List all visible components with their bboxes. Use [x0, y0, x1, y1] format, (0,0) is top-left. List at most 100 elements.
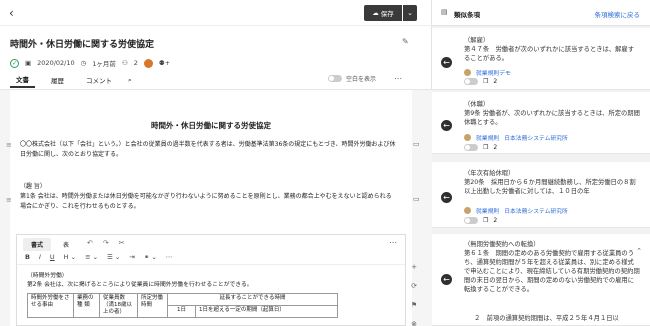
- format-toolbar: B I U H ⌄ ≡ ⌄ ☰ ⌄ ⇥ ⚭ ⌄ ⋯: [25, 253, 172, 261]
- insert-clause-button[interactable]: ←: [441, 57, 452, 68]
- edit-icon[interactable]: ✎: [402, 37, 409, 46]
- plus-icon[interactable]: +: [411, 263, 417, 271]
- comment-icon[interactable]: ▭: [413, 195, 420, 203]
- underline-icon[interactable]: U: [50, 253, 55, 261]
- close-icon[interactable]: ⊗: [411, 320, 417, 326]
- toggle-switch[interactable]: [328, 75, 342, 82]
- more-icon[interactable]: ⋯: [166, 253, 173, 261]
- save-label: 保存: [380, 10, 394, 18]
- tab-document[interactable]: 文書: [10, 72, 35, 88]
- insert-clause-button[interactable]: ←: [441, 192, 452, 203]
- collaborator-count: 2: [133, 59, 138, 67]
- document-tabs: 文書 履歴 コメント ⌕: [10, 72, 132, 88]
- panel-header: ▤ 類似条項 条項検索に戻る: [432, 0, 650, 26]
- clock-icon: ◷: [80, 59, 87, 67]
- copy-icon[interactable]: ❐: [483, 78, 488, 85]
- blank-toggle-label: 空白を表示: [346, 76, 377, 83]
- drag-handle-icon[interactable]: ≡: [6, 196, 12, 204]
- paragraph-1[interactable]: 〇〇株式会社（以下「会社」という。）と会社の従業員の過半数を代表する者は、労働基…: [20, 140, 396, 160]
- tab-history[interactable]: 履歴: [45, 73, 70, 87]
- add-user-icon[interactable]: ⚉+: [159, 59, 170, 67]
- clause-footer: ❐ 2: [464, 78, 497, 85]
- check-status-icon[interactable]: ✓: [10, 58, 19, 68]
- more-icon[interactable]: ⋯: [394, 74, 402, 83]
- sync-icon[interactable]: ⟳: [411, 282, 417, 290]
- source-link[interactable]: 日本法務システム研究所: [504, 206, 568, 215]
- table-cell[interactable]: 1日: [167, 305, 196, 318]
- bold-icon[interactable]: B: [25, 253, 30, 261]
- paragraph-line: 〇〇株式会社（以下「会社」という。）と会社の従業員の過半数を代表する者は、労働基…: [20, 141, 396, 148]
- table-cell[interactable]: 業務の種 類: [73, 293, 100, 318]
- indent-icon[interactable]: ⇥: [129, 253, 134, 261]
- toggle-switch[interactable]: [464, 217, 478, 224]
- comment-icon[interactable]: ▭: [413, 140, 420, 148]
- undo-icon[interactable]: ↶: [87, 239, 93, 247]
- clause-text: 第６１条 期間の定めのある労働契約で雇用する従業員のうち、通算契約期間が５年を超…: [464, 250, 640, 293]
- tab-format[interactable]: 書式: [23, 238, 52, 251]
- back-arrow-icon[interactable]: ‹: [9, 6, 14, 20]
- source-link[interactable]: 日本法務システム研究所: [504, 133, 568, 142]
- usage-count: 2: [493, 217, 498, 224]
- redo-icon[interactable]: ↷: [103, 239, 109, 247]
- usage-count: 2: [493, 78, 498, 85]
- cloud-icon: ☁: [372, 9, 379, 17]
- copy-icon[interactable]: ❐: [483, 217, 488, 224]
- source-link[interactable]: 就業規則: [476, 206, 499, 215]
- blank-toggle[interactable]: 空白を表示 ⋯: [328, 74, 402, 83]
- toggle-switch[interactable]: [464, 78, 478, 85]
- back-to-search-link[interactable]: 条項検索に戻る: [595, 9, 641, 19]
- clause-card[interactable]: （解雇） ← 第４７条 労働者が次のいずれかに該当するときは、解雇することがある…: [432, 28, 650, 90]
- clause-footer: ❐ 2: [464, 217, 497, 224]
- meta-row: ✓ ▣ 2020/02/10 ◷ 1ヶ月前 ⚇ 2 ⚉+: [10, 58, 170, 68]
- insert-clause-button[interactable]: ←: [441, 120, 452, 131]
- editor-tabs: 書式 表: [23, 238, 77, 251]
- panel-title: 類似条項: [454, 11, 480, 19]
- flag-icon[interactable]: ⚑: [411, 301, 417, 309]
- clause-card[interactable]: （休職） ← 第9条 労働者が、次のいずれかに該当するときは、所定の期間休職とす…: [432, 92, 650, 154]
- avatar: [464, 134, 471, 141]
- link-icon[interactable]: ⚭ ⌄: [144, 253, 157, 261]
- clause-text: 第20条 採用日から６か月間継続勤務し、所定労働日の８割以上出勤した労働者に対し…: [464, 179, 636, 195]
- drag-handle-icon[interactable]: ≡: [6, 141, 12, 149]
- relative-time: 1ヶ月前: [92, 60, 116, 68]
- save-button[interactable]: ☁ 保存: [364, 5, 402, 21]
- source-link[interactable]: 就業規則デモ: [476, 68, 511, 77]
- more-icon[interactable]: ⋯: [389, 238, 397, 247]
- copy-icon[interactable]: ❐: [483, 144, 488, 151]
- italic-icon[interactable]: I: [39, 253, 41, 261]
- clause-footer: ❐ 2: [464, 144, 497, 151]
- table-cell[interactable]: 1日を超える一定の期間（起算日）: [195, 305, 338, 318]
- table-cell[interactable]: 所定労働時間: [137, 293, 168, 318]
- clause-source: 就業規則 日本法務システム研究所: [464, 133, 568, 142]
- clause-text: 第４７条 労働者が次のいずれかに該当するときは、解雇することがある。: [464, 46, 635, 62]
- document-title: 時間外・休日労働に関する労使協定: [10, 40, 155, 50]
- toggle-switch[interactable]: [464, 144, 478, 151]
- save-dropdown-button[interactable]: ⌄: [403, 5, 417, 21]
- insert-clause-button[interactable]: ←: [441, 274, 452, 285]
- table-cell[interactable]: 従業員数（満18歳以上の者）: [99, 293, 138, 318]
- clause-heading: （休職）: [464, 101, 490, 108]
- editor-toolbar: ↶ ↷ ✂: [87, 239, 125, 247]
- clause-card[interactable]: （無期労働契約への転換） ⌃ ← 第６１条 期間の定めのある労働契約で雇用する従…: [432, 234, 650, 326]
- list-icon[interactable]: ☰ ⌄: [107, 253, 120, 261]
- source-link[interactable]: 就業規則: [476, 133, 499, 142]
- table-cell[interactable]: 延長することができる時間: [167, 293, 338, 306]
- editor-line[interactable]: 第2条 会社は、次に掲げるところにより従業員に時間外労働を行わせることができる。: [27, 281, 253, 289]
- tab-table[interactable]: 表: [55, 238, 77, 251]
- clause-editor: 書式 表 ↶ ↷ ✂ ⋯ B I U H ⌄ ≡ ⌄ ☰ ⌄ ⇥ ⚭ ⌄ ⋯ （…: [16, 234, 406, 326]
- heading-icon[interactable]: H ⌄: [64, 253, 76, 261]
- avatar: [464, 207, 471, 214]
- avatar[interactable]: [143, 58, 153, 68]
- clause-card[interactable]: （年次有給休暇） ← 第20条 採用日から６か月間継続勤務し、所定労働日の８割以…: [432, 162, 650, 228]
- clause-heading: （年次有給休暇）: [464, 170, 515, 177]
- overtime-table[interactable]: 時間外労働をさせる事由 業務の種 類 従業員数（満18歳以上の者） 所定労働時間…: [27, 293, 338, 318]
- table-cell[interactable]: 時間外労働をさせる事由: [27, 293, 74, 318]
- paragraph-2[interactable]: （趣 旨） 第1条 会社は、時間外労働または休日労働を可能なかぎり行わないように…: [20, 182, 392, 212]
- search-icon[interactable]: ⌕: [128, 76, 132, 85]
- cut-icon[interactable]: ✂: [119, 239, 125, 247]
- top-bar: ‹ ☁ 保存 ⌄: [0, 0, 432, 26]
- editor-line[interactable]: （時間外労働）: [27, 272, 68, 280]
- document-pane: ‹ ☁ 保存 ⌄ 時間外・休日労働に関する労使協定 ✎ ✓ ▣ 2020/02/…: [0, 0, 432, 326]
- align-icon[interactable]: ≡ ⌄: [85, 253, 98, 261]
- tab-comments[interactable]: コメント: [80, 73, 118, 87]
